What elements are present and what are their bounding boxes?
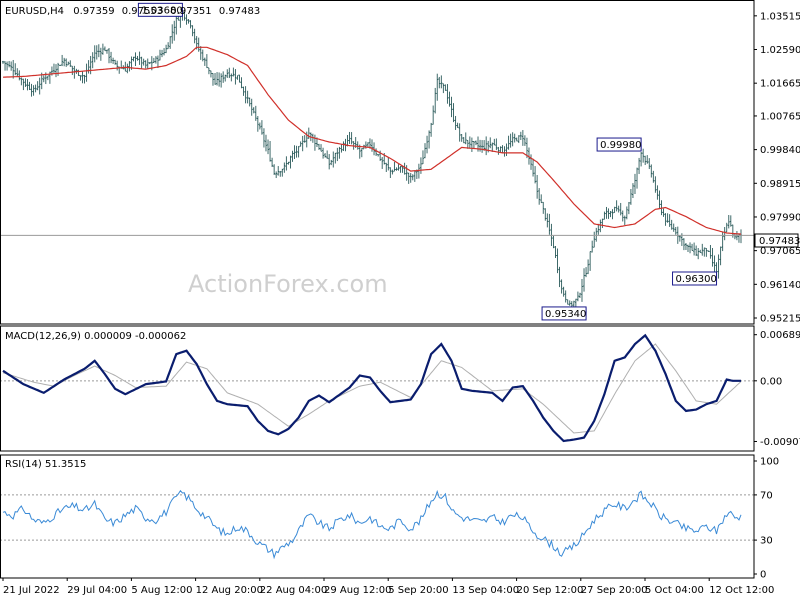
price-tick-label: 1.03515 [760,11,800,22]
time-tick-label: 13 Sep 04:00 [452,585,519,596]
symbol-timeframe: EURUSD,H4 0.97359 0.97553 0.97351 0.9748… [5,6,260,17]
price-tick-label: 1.01665 [760,79,800,90]
time-tick-label: 21 Jul 2022 [3,585,60,596]
rsi-panel: RSI(14) 51.3515 100 70 30 0 [0,455,779,581]
time-tick-label: 12 Aug 20:00 [196,585,263,596]
chart-canvas: ActionForex.com 1.036800.999800.963000.9… [0,0,800,596]
price-tick-label: 0.96140 [760,280,800,291]
time-tick-label: 5 Oct 04:00 [645,585,704,596]
macd-panel: MACD(12,26,9) 0.000009 -0.000062 0.00689… [0,326,800,451]
rsi-tick-label: 100 [760,457,779,468]
price-tick-label: 0.95215 [760,313,800,324]
time-tick-label: 27 Sep 20:00 [581,585,648,596]
price-tick-label: 1.00765 [760,111,800,122]
annotation-label: 0.99980 [600,140,641,151]
annotation-label: 0.96300 [676,274,717,285]
watermark: ActionForex.com [188,270,388,298]
time-tick-label: 29 Aug 12:00 [324,585,391,596]
time-tick-label: 12 Oct 12:00 [709,585,774,596]
time-tick-label: 22 Aug 04:00 [260,585,327,596]
price-y-axis: 1.03515 1.02590 1.01665 1.00765 0.99840 0.989… [754,11,800,324]
price-tick-label: 0.97065 [760,246,800,257]
price-tick-label: 0.98915 [760,179,800,190]
time-tick-label: 5 Sep 20:00 [388,585,448,596]
rsi-title: RSI(14) 51.3515 [5,459,86,470]
price-tick-label: 0.97990 [760,212,800,223]
macd-tick-label: -0.009076 [760,437,800,448]
price-panel: ActionForex.com 1.036800.999800.963000.9… [0,0,800,324]
macd-tick-label: 0.00 [760,376,782,387]
price-tick-label: 0.99840 [760,145,800,156]
rsi-tick-label: 70 [760,490,773,501]
rsi-tick-label: 0 [760,570,766,581]
time-x-axis: 21 Jul 2022 29 Jul 04:00 5 Aug 12:00 12 Aug… [2,578,774,596]
price-tick-label: 1.02590 [760,45,800,56]
last-price-tag: 0.97483 [754,233,800,248]
rsi-tick-label: 30 [760,536,773,547]
annotation-label: 0.95340 [545,309,586,320]
last-price-label: 0.97483 [759,236,800,247]
time-tick-label: 29 Jul 04:00 [67,585,127,596]
rsi-y-axis: 100 70 30 0 [754,457,779,581]
macd-tick-label: 0.006899 [760,330,800,341]
macd-y-axis: 0.006899 0.00 -0.009076 [754,330,800,448]
time-tick-label: 20 Sep 12:00 [517,585,584,596]
time-tick-label: 5 Aug 12:00 [131,585,192,596]
macd-title: MACD(12,26,9) 0.000009 -0.000062 [5,331,186,342]
